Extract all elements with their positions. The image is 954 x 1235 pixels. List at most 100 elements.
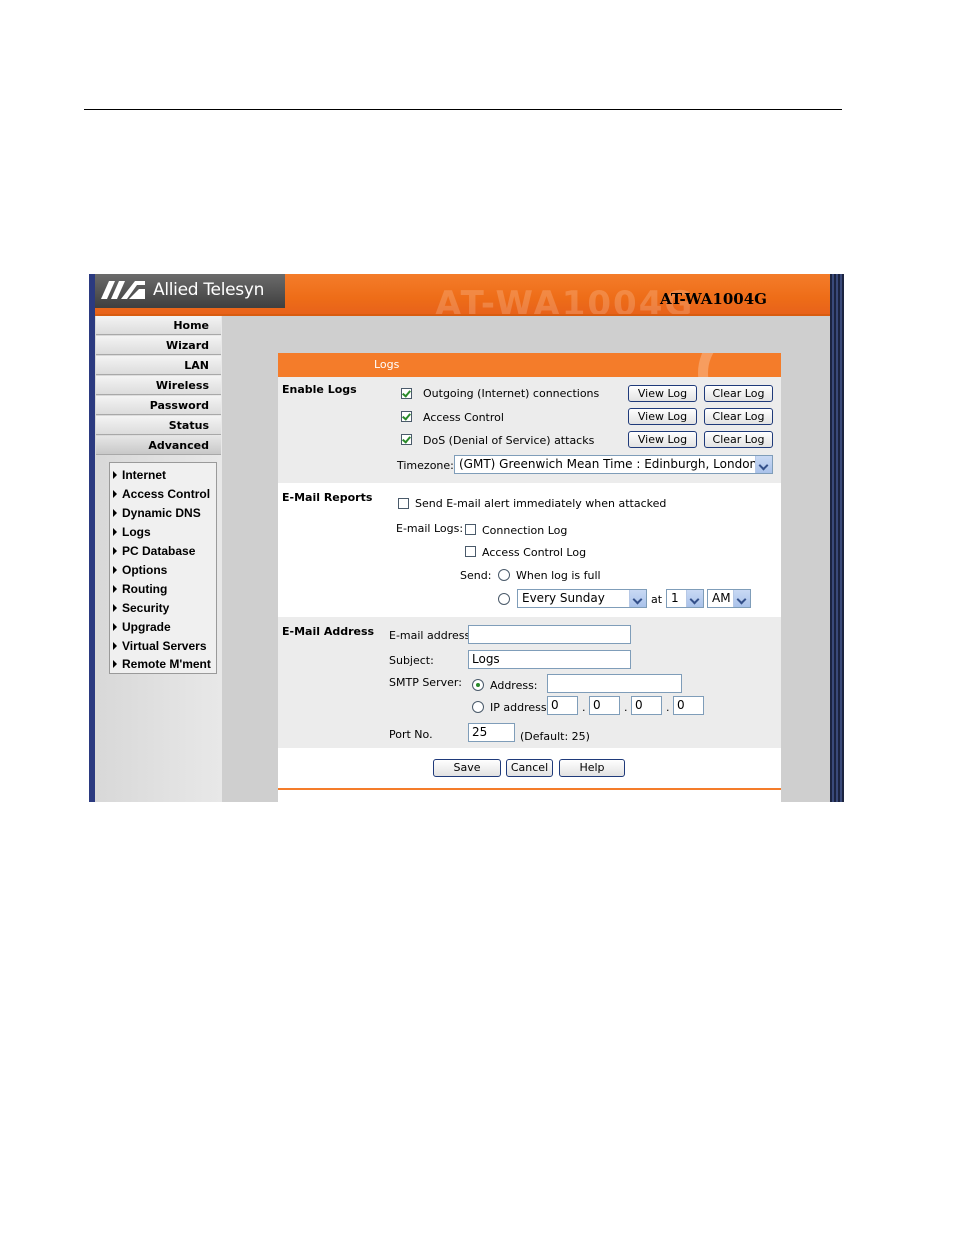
port-label: Port No. — [389, 728, 433, 741]
clear-access-control-log-button[interactable]: Clear Log — [704, 408, 773, 425]
access-control-log-email-label: Access Control Log — [482, 546, 587, 559]
email-address-section: E-Mail Address E-mail address: Subject: … — [278, 617, 781, 748]
email-logs-label: E-mail Logs: — [396, 522, 464, 535]
nav-wireless[interactable]: Wireless — [96, 376, 221, 395]
ip-octet-3-input[interactable]: 0 — [631, 696, 662, 715]
arrow-right-icon — [113, 660, 117, 668]
outgoing-log-checkbox[interactable] — [401, 388, 412, 399]
arrow-right-icon — [113, 528, 117, 536]
view-access-control-log-button[interactable]: View Log — [628, 408, 697, 425]
header-banner: Allied Telesyn AT-WA1004G AT-WA1004G — [95, 274, 830, 324]
nav-advanced[interactable]: Advanced — [96, 436, 221, 455]
access-control-log-email-checkbox[interactable] — [465, 546, 476, 557]
router-admin-screenshot: Allied Telesyn AT-WA1004G AT-WA1004G Hom… — [89, 274, 844, 802]
submenu-item-routing[interactable]: Routing — [113, 580, 167, 598]
model-title: AT-WA1004G — [660, 290, 767, 308]
allied-telesyn-logo-icon — [101, 281, 145, 299]
port-input[interactable]: 25 — [468, 723, 515, 742]
schedule-hour-select[interactable]: 1 — [666, 589, 704, 608]
dropdown-arrow-icon — [686, 590, 703, 607]
ip-octet-4-input[interactable]: 0 — [673, 696, 704, 715]
submenu-item-security[interactable]: Security — [113, 599, 169, 617]
brand-name: Allied Telesyn — [153, 280, 265, 300]
panel-bottom-line — [278, 788, 781, 790]
send-when-full-radio[interactable] — [498, 569, 510, 581]
view-outgoing-log-button[interactable]: View Log — [628, 385, 697, 402]
at-label: at — [651, 593, 663, 606]
send-label: Send: — [460, 569, 492, 582]
schedule-ampm-select[interactable]: AM — [707, 589, 751, 608]
panel-title-bar: Logs — [278, 353, 781, 377]
sidebar: Home Wizard LAN Wireless Password Status… — [95, 316, 222, 802]
brand-logo: Allied Telesyn — [95, 274, 285, 308]
decorative-swirl — [698, 353, 781, 377]
outgoing-log-label: Outgoing (Internet) connections — [423, 387, 600, 400]
nav-lan[interactable]: LAN — [96, 356, 221, 375]
arrow-right-icon — [113, 566, 117, 574]
enable-logs-section: Enable Logs Outgoing (Internet) connecti… — [278, 377, 781, 483]
arrow-right-icon — [113, 547, 117, 555]
window-right-edge — [830, 274, 844, 802]
submenu-item-options[interactable]: Options — [113, 561, 167, 579]
submenu-item-logs[interactable]: Logs — [113, 523, 151, 541]
enable-logs-heading: Enable Logs — [282, 383, 357, 396]
arrow-right-icon — [113, 490, 117, 498]
model-watermark: AT-WA1004G — [435, 284, 695, 324]
nav-home[interactable]: Home — [96, 316, 221, 335]
ip-dot: . — [624, 701, 628, 714]
nav-password[interactable]: Password — [96, 396, 221, 415]
ip-octet-1-input[interactable]: 0 — [547, 696, 578, 715]
arrow-right-icon — [113, 509, 117, 517]
ip-octet-2-input[interactable]: 0 — [589, 696, 620, 715]
smtp-server-label: SMTP Server: — [389, 676, 462, 689]
nav-wizard[interactable]: Wizard — [96, 336, 221, 355]
email-address-heading: E-Mail Address — [282, 625, 375, 638]
smtp-ip-label: IP address: — [490, 701, 551, 714]
timezone-select[interactable]: (GMT) Greenwich Mean Time : Edinburgh, L… — [454, 455, 773, 474]
connection-log-label: Connection Log — [482, 524, 568, 537]
submenu-item-pc-database[interactable]: PC Database — [113, 542, 195, 560]
clear-outgoing-log-button[interactable]: Clear Log — [704, 385, 773, 402]
email-reports-section: E-Mail Reports Send E-mail alert immedia… — [278, 483, 781, 617]
schedule-day-select[interactable]: Every Sunday — [517, 589, 647, 608]
dropdown-arrow-icon — [733, 590, 750, 607]
arrow-right-icon — [113, 471, 117, 479]
smtp-address-radio[interactable] — [472, 679, 484, 691]
advanced-submenu: Internet Access Control Dynamic DNS Logs… — [109, 462, 217, 674]
subject-input[interactable]: Logs — [468, 650, 631, 669]
arrow-right-icon — [113, 585, 117, 593]
send-scheduled-radio[interactable] — [498, 593, 510, 605]
submenu-item-internet[interactable]: Internet — [113, 466, 166, 484]
view-dos-log-button[interactable]: View Log — [628, 431, 697, 448]
submenu-item-virtual-servers[interactable]: Virtual Servers — [113, 637, 207, 655]
cancel-button[interactable]: Cancel — [506, 759, 553, 777]
arrow-right-icon — [113, 642, 117, 650]
email-address-input[interactable] — [468, 625, 631, 644]
email-alert-label: Send E-mail alert immediately when attac… — [415, 497, 667, 510]
help-button[interactable]: Help — [559, 759, 625, 777]
connection-log-checkbox[interactable] — [465, 524, 476, 535]
access-control-log-checkbox[interactable] — [401, 411, 412, 422]
arrow-right-icon — [113, 623, 117, 631]
send-when-full-label: When log is full — [516, 569, 601, 582]
save-button[interactable]: Save — [433, 759, 501, 777]
clear-dos-log-button[interactable]: Clear Log — [704, 431, 773, 448]
subject-label: Subject: — [389, 654, 434, 667]
smtp-ip-radio[interactable] — [472, 701, 484, 713]
submenu-item-access-control[interactable]: Access Control — [113, 485, 210, 503]
dropdown-arrow-icon — [629, 590, 646, 607]
logs-panel: Logs Enable Logs Outgoing (Internet) con… — [278, 353, 781, 802]
smtp-address-input[interactable] — [547, 674, 682, 693]
nav-status[interactable]: Status — [96, 416, 221, 435]
email-reports-heading: E-Mail Reports — [282, 491, 373, 504]
dropdown-arrow-icon — [755, 456, 772, 473]
port-default-hint: (Default: 25) — [520, 730, 590, 743]
submenu-item-remote-management[interactable]: Remote M'ment — [113, 655, 211, 673]
access-control-log-label: Access Control — [423, 411, 504, 424]
email-alert-checkbox[interactable] — [398, 498, 409, 509]
dos-log-checkbox[interactable] — [401, 434, 412, 445]
submenu-item-upgrade[interactable]: Upgrade — [113, 618, 171, 636]
ip-dot: . — [666, 701, 670, 714]
submenu-item-dynamic-dns[interactable]: Dynamic DNS — [113, 504, 201, 522]
timezone-label: Timezone: — [397, 459, 454, 472]
